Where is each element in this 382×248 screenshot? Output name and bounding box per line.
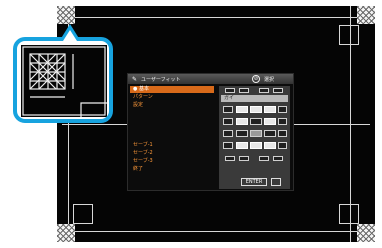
menu-item-disabled-4 bbox=[130, 134, 214, 141]
menu-item-exit[interactable]: 終了 bbox=[130, 166, 214, 173]
adjust-button-bottom-1[interactable] bbox=[225, 156, 235, 161]
menu-item-pattern[interactable]: パターン bbox=[130, 94, 214, 101]
menu-item-save-3[interactable]: セーブ-3 bbox=[130, 158, 214, 165]
menu-title: ユーザーフィット bbox=[141, 77, 181, 83]
adjust-button-top-4[interactable] bbox=[273, 88, 283, 93]
menu-item-disabled-3 bbox=[130, 126, 214, 133]
corner-box-bottom-right bbox=[339, 204, 359, 224]
panel-label: ガイ bbox=[221, 95, 288, 102]
callout-pointer-inner bbox=[63, 30, 77, 41]
corner-select-mid-right[interactable] bbox=[264, 118, 276, 125]
adjust-button-r2-left[interactable] bbox=[223, 118, 233, 125]
menu-header: ✎ ユーザーフィット ⊘ 選択 bbox=[128, 74, 293, 84]
enter-icon[interactable] bbox=[271, 178, 281, 186]
adjust-button-r1-left[interactable] bbox=[223, 106, 233, 113]
adjust-button-bottom-3[interactable] bbox=[259, 156, 269, 161]
adjust-button-top-3[interactable] bbox=[259, 88, 269, 93]
corner-marker-bottom-left bbox=[57, 224, 75, 242]
adjust-button-r3-left[interactable] bbox=[223, 130, 233, 137]
menu-title-icon: ✎ bbox=[132, 76, 138, 83]
grid-line-top bbox=[57, 17, 375, 18]
exit-icon[interactable]: ⊘ bbox=[252, 75, 260, 83]
menu-item-save-2[interactable]: セーブ-2 bbox=[130, 150, 214, 157]
zoom-callout bbox=[13, 37, 113, 123]
corner-select-center[interactable] bbox=[250, 130, 262, 137]
corner-select-inner-right[interactable] bbox=[264, 130, 276, 137]
adjust-button-r1-right[interactable] bbox=[278, 106, 287, 113]
adjust-button-bottom-4[interactable] bbox=[273, 156, 283, 161]
adjust-button-top-1[interactable] bbox=[225, 88, 235, 93]
menu-item-basic[interactable]: ● 基本 bbox=[130, 86, 214, 93]
callout-screen bbox=[21, 45, 107, 117]
user-fit-menu: ✎ ユーザーフィット ⊘ 選択 ● 基本 パターン 設定 セーブ-1 セーブ-2… bbox=[127, 73, 294, 191]
corner-select-bottom-right[interactable] bbox=[264, 142, 276, 149]
adjustment-panel: ガイ ENTER bbox=[219, 86, 290, 189]
corner-select-top-left[interactable] bbox=[236, 106, 248, 113]
corner-marker-top-left bbox=[57, 6, 75, 24]
adjust-button-r4-right[interactable] bbox=[278, 142, 287, 149]
corner-box-bottom-left bbox=[73, 204, 93, 224]
corner-box-top-right bbox=[339, 25, 359, 45]
corner-select-top-right[interactable] bbox=[264, 106, 276, 113]
exit-label: 選択 bbox=[264, 77, 275, 83]
adjust-button-r4-left[interactable] bbox=[223, 142, 233, 149]
adjust-button-bottom-2[interactable] bbox=[239, 156, 249, 161]
corner-select-top[interactable] bbox=[250, 106, 262, 113]
corner-marker-bottom-right bbox=[357, 224, 375, 242]
corner-select-bottom[interactable] bbox=[250, 142, 262, 149]
corner-marker-top-right bbox=[357, 6, 375, 24]
corner-select-inner-top[interactable] bbox=[250, 118, 262, 125]
adjust-button-top-2[interactable] bbox=[239, 88, 249, 93]
adjust-button-r3-right[interactable] bbox=[278, 130, 287, 137]
enter-button[interactable]: ENTER bbox=[241, 178, 267, 186]
menu-item-settings[interactable]: 設定 bbox=[130, 102, 214, 109]
menu-item-disabled-2 bbox=[130, 118, 214, 125]
grid-line-bottom bbox=[57, 231, 375, 232]
corner-select-inner-left[interactable] bbox=[236, 130, 248, 137]
magnified-corner-grid bbox=[22, 46, 107, 117]
corner-select-bottom-left[interactable] bbox=[236, 142, 248, 149]
menu-item-save-1[interactable]: セーブ-1 bbox=[130, 142, 214, 149]
menu-item-disabled-1 bbox=[130, 110, 214, 117]
corner-select-mid-left[interactable] bbox=[236, 118, 248, 125]
adjust-button-r2-right[interactable] bbox=[278, 118, 287, 125]
